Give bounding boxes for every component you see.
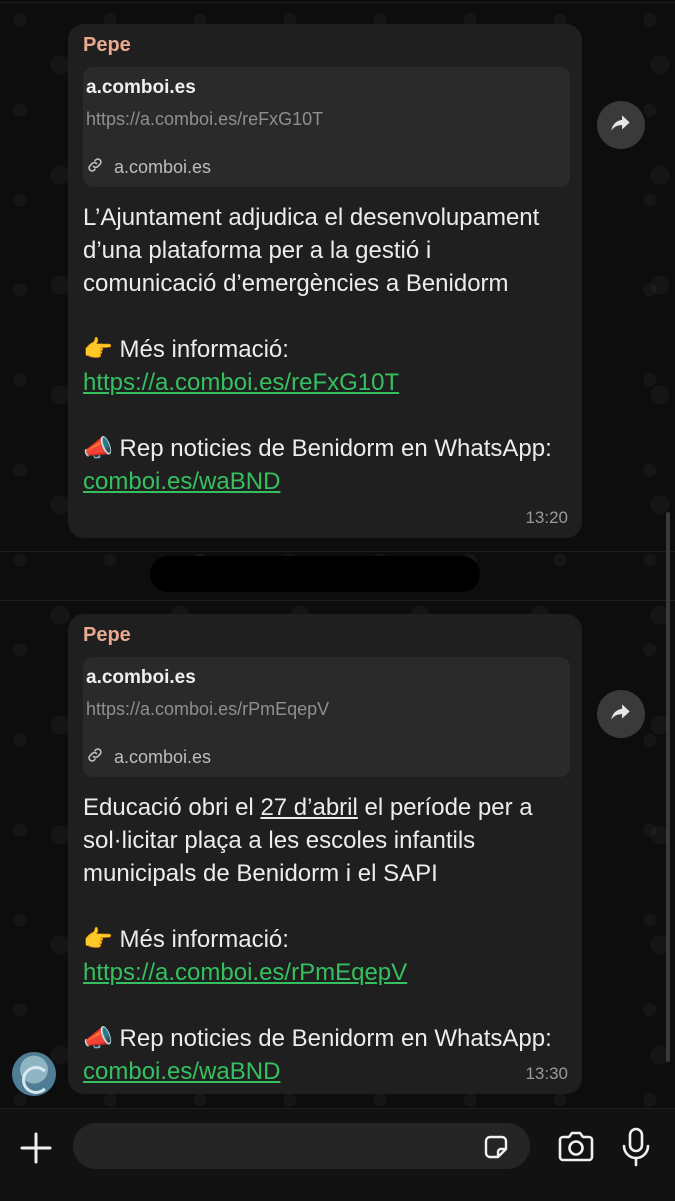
forward-button[interactable]: [597, 101, 645, 149]
preview-host-label: a.comboi.es: [114, 747, 212, 767]
more-info-link[interactable]: https://a.comboi.es/reFxG10T: [83, 369, 399, 396]
divider: [0, 2, 675, 3]
sender-name[interactable]: Pepe: [83, 624, 570, 647]
message-bubble[interactable]: Pepe a.comboi.es https://a.comboi.es/reF…: [68, 24, 582, 538]
news-link[interactable]: comboi.es/waBND: [83, 468, 280, 495]
news-line: 📣 Rep noticies de Benidorm en WhatsApp: …: [83, 432, 570, 498]
message-composer: [0, 1108, 675, 1201]
preview-host: a.comboi.es: [86, 156, 566, 179]
sticker-icon[interactable]: [480, 1131, 512, 1163]
preview-url: https://a.comboi.es/rPmEqepV: [86, 699, 330, 719]
news-line: 📣 Rep noticies de Benidorm en WhatsApp: …: [83, 1022, 570, 1088]
preview-host-label: a.comboi.es: [114, 157, 212, 177]
more-info-line: 👉 Més informació: https://a.comboi.es/rP…: [83, 923, 570, 989]
headline: Educació obri el 27 d’abril el període p…: [83, 791, 570, 890]
more-info-link[interactable]: https://a.comboi.es/rPmEqepV: [83, 959, 407, 986]
preview-domain: a.comboi.es: [86, 667, 196, 688]
message-time: 13:20: [525, 508, 568, 527]
forward-icon: [608, 699, 634, 730]
plus-icon[interactable]: [14, 1126, 58, 1170]
preview-domain: a.comboi.es: [86, 77, 196, 98]
more-info-line: 👉 Més informació: https://a.comboi.es/re…: [83, 333, 570, 399]
scrollbar[interactable]: [666, 512, 670, 1062]
microphone-icon[interactable]: [618, 1126, 654, 1168]
sender-name[interactable]: Pepe: [83, 34, 570, 57]
link-icon: [86, 156, 104, 179]
link-preview[interactable]: a.comboi.es https://a.comboi.es/rPmEqepV…: [83, 657, 570, 777]
camera-icon[interactable]: [556, 1129, 596, 1165]
divider: [0, 551, 675, 552]
more-info-label: 👉 Més informació:: [83, 336, 289, 363]
redacted-bar: [150, 556, 480, 592]
news-label: 📣 Rep noticies de Benidorm en WhatsApp:: [83, 1025, 552, 1052]
message-bubble[interactable]: Pepe a.comboi.es https://a.comboi.es/rPm…: [68, 614, 582, 1094]
news-label: 📣 Rep noticies de Benidorm en WhatsApp:: [83, 435, 552, 462]
forward-button[interactable]: [597, 690, 645, 738]
headline: L’Ajuntament adjudica el desenvolupament…: [83, 204, 540, 297]
forward-icon: [608, 110, 634, 141]
headline-pre: Educació obri el: [83, 794, 261, 821]
headline-date[interactable]: 27 d’abril: [260, 794, 357, 821]
link-icon: [86, 746, 104, 769]
message-text: Educació obri el 27 d’abril el període p…: [83, 791, 570, 1088]
news-link[interactable]: comboi.es/waBND: [83, 1058, 280, 1085]
message-text: L’Ajuntament adjudica el desenvolupament…: [83, 201, 570, 498]
more-info-label: 👉 Més informació:: [83, 926, 289, 953]
divider: [0, 600, 675, 601]
preview-host: a.comboi.es: [86, 746, 566, 769]
link-preview[interactable]: a.comboi.es https://a.comboi.es/reFxG10T…: [83, 67, 570, 187]
message-input[interactable]: [73, 1123, 530, 1169]
message-time: 13:30: [525, 1064, 568, 1083]
preview-url: https://a.comboi.es/reFxG10T: [86, 109, 324, 129]
avatar[interactable]: [12, 1052, 56, 1096]
